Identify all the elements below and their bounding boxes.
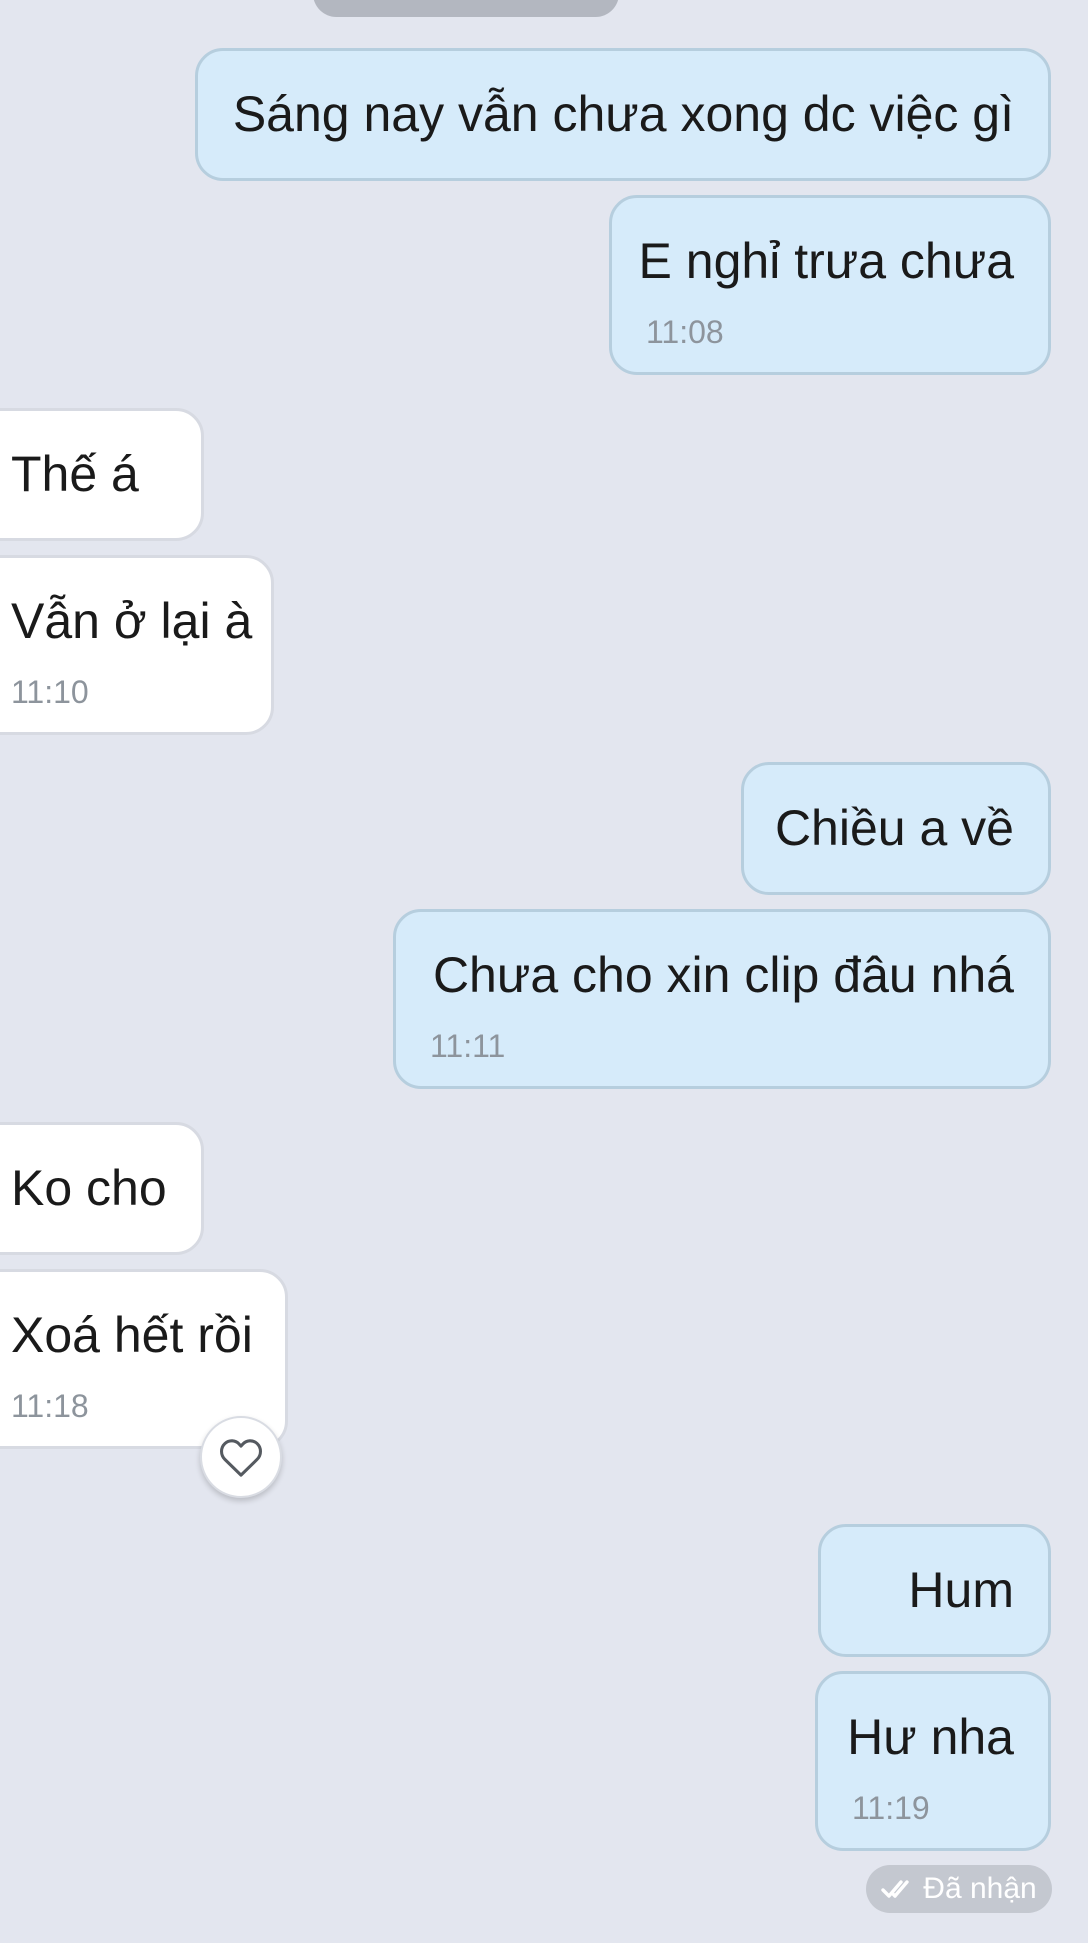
message-text: Xoá hết rồi xyxy=(11,1307,253,1363)
message-bubble-incoming[interactable]: Thế á xyxy=(0,408,204,541)
delivery-status-label: Đã nhận xyxy=(923,1872,1037,1905)
message-time: 11:18 xyxy=(11,1388,89,1424)
heart-outline-icon xyxy=(218,1436,264,1478)
message-bubble-incoming[interactable]: Vẫn ở lại à 11:10 xyxy=(0,555,274,735)
message-time: 11:19 xyxy=(852,1790,930,1826)
message-text: Thế á xyxy=(11,446,139,502)
message-text: Chưa cho xin clip đâu nhá xyxy=(432,947,1014,1003)
message-bubble-outgoing[interactable]: Hum xyxy=(818,1524,1051,1657)
message-text: Ko cho xyxy=(11,1160,167,1216)
message-text: E nghỉ trưa chưa xyxy=(638,233,1014,289)
message-text: Hum xyxy=(908,1562,1014,1618)
message-bubble-outgoing[interactable]: E nghỉ trưa chưa 11:08 xyxy=(609,195,1051,375)
message-bubble-outgoing[interactable]: Chiều a về xyxy=(741,762,1051,895)
message-text: Chiều a về xyxy=(774,800,1014,856)
double-check-icon xyxy=(881,1878,915,1900)
message-bubble-outgoing[interactable]: Chưa cho xin clip đâu nhá 11:11 xyxy=(393,909,1051,1089)
message-bubble-outgoing[interactable]: Hư nha 11:19 xyxy=(815,1671,1051,1851)
message-time: 11:10 xyxy=(11,674,89,710)
message-text: Sáng nay vẫn chưa xong dc việc gì xyxy=(232,86,1014,142)
heart-reaction-button[interactable] xyxy=(200,1416,282,1498)
message-text: Hư nha xyxy=(847,1709,1014,1765)
message-time: 11:08 xyxy=(646,314,724,350)
date-separator-pill xyxy=(313,0,619,17)
delivery-status-badge: Đã nhận xyxy=(866,1865,1052,1913)
message-bubble-outgoing[interactable]: Sáng nay vẫn chưa xong dc việc gì xyxy=(195,48,1051,181)
message-time: 11:11 xyxy=(430,1028,506,1064)
message-text: Vẫn ở lại à xyxy=(11,593,253,649)
message-bubble-incoming[interactable]: Ko cho xyxy=(0,1122,204,1255)
